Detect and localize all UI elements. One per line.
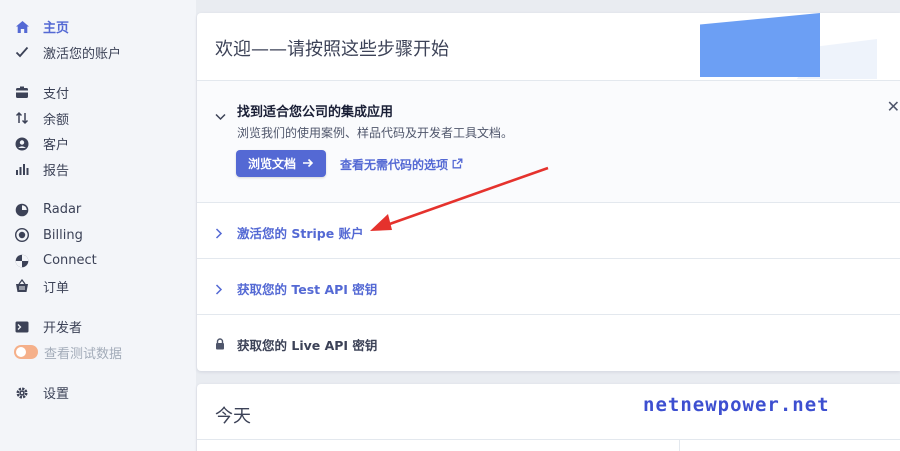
step-label: 获取您的 Test API 密钥 xyxy=(237,282,378,297)
sidebar-item-label: Radar xyxy=(43,202,82,218)
sidebar-item-label: 查看测试数据 xyxy=(44,346,123,362)
customer-icon xyxy=(14,136,30,152)
check-icon xyxy=(14,44,30,60)
today-title: 今天 xyxy=(215,406,251,427)
sidebar-item-balance[interactable]: 余额 xyxy=(0,106,196,132)
sidebar-item-label: 订单 xyxy=(43,280,70,296)
orders-icon xyxy=(14,278,30,294)
radar-icon xyxy=(14,202,30,218)
sidebar-item-billing[interactable]: Billing xyxy=(0,223,196,249)
sidebar-item-radar[interactable]: Radar xyxy=(0,197,196,223)
no-code-options-link[interactable]: 查看无需代码的选项 xyxy=(340,156,463,173)
sidebar-item-label: 设置 xyxy=(43,387,70,403)
chevron-right-icon xyxy=(215,224,223,243)
divider xyxy=(679,440,680,451)
sidebar-item-label: 开发者 xyxy=(43,321,83,337)
gear-icon xyxy=(14,385,30,401)
step-label: 获取您的 Live API 密钥 xyxy=(237,338,378,353)
sidebar-item-test-data-toggle[interactable]: 查看测试数据 xyxy=(0,340,196,366)
button-label: 浏览文档 xyxy=(247,157,296,171)
sidebar-item-connect[interactable]: Connect xyxy=(0,248,196,274)
sidebar-item-customers[interactable]: 客户 xyxy=(0,131,196,157)
sidebar-item-orders[interactable]: 订单 xyxy=(0,274,196,300)
close-icon[interactable]: ✕ xyxy=(887,97,900,116)
toggle-icon[interactable] xyxy=(14,344,38,360)
step-title: 找到适合您公司的集成应用 xyxy=(237,105,394,120)
test-data-toggle[interactable] xyxy=(14,345,38,360)
step-find-integration: 找到适合您公司的集成应用 浏览我们的使用案例、样品代码及开发者工具文档。 ✕ 浏… xyxy=(197,81,900,203)
sidebar-item-label: Billing xyxy=(43,227,83,243)
terminal-icon xyxy=(14,319,30,335)
home-icon xyxy=(14,19,30,35)
link-label: 查看无需代码的选项 xyxy=(340,158,449,172)
welcome-title: 欢迎——请按照这些步骤开始 xyxy=(215,39,449,60)
chevron-right-icon xyxy=(215,280,223,299)
welcome-card: 欢迎——请按照这些步骤开始 找到适合您公司的集成应用 浏览我们的使用案例、样品代… xyxy=(197,13,900,371)
sidebar-item-settings[interactable]: 设置 xyxy=(0,380,196,406)
external-link-icon xyxy=(452,158,463,172)
step-label: 激活您的 Stripe 账户 xyxy=(237,226,364,241)
sidebar-item-label: 报告 xyxy=(43,163,70,179)
lock-icon xyxy=(215,335,225,354)
sidebar-item-home[interactable]: 主页 xyxy=(0,14,196,40)
sidebar-item-label: 激活您的账户 xyxy=(43,46,122,62)
sidebar-item-payments[interactable]: 支付 xyxy=(0,80,196,106)
sidebar-item-label: 客户 xyxy=(43,138,70,154)
watermark: netnewpower.net xyxy=(643,394,830,416)
sidebar-item-label: 余额 xyxy=(43,112,70,128)
decoration-shape xyxy=(700,13,820,77)
connect-icon xyxy=(14,253,30,269)
sidebar-item-label: 支付 xyxy=(43,87,70,103)
step-test-api-keys[interactable]: 获取您的 Test API 密钥 xyxy=(197,259,900,315)
sidebar-item-label: 主页 xyxy=(43,21,70,37)
step-activate-account[interactable]: 激活您的 Stripe 账户 xyxy=(197,203,900,259)
report-icon xyxy=(14,161,30,177)
chevron-down-icon[interactable] xyxy=(215,106,226,125)
step-live-api-keys[interactable]: 获取您的 Live API 密钥 xyxy=(197,315,900,371)
payments-icon xyxy=(14,85,30,101)
sidebar-item-developers[interactable]: 开发者 xyxy=(0,314,196,340)
welcome-header: 欢迎——请按照这些步骤开始 xyxy=(197,13,900,81)
arrow-right-icon xyxy=(302,157,314,171)
billing-icon xyxy=(14,227,30,243)
sidebar-item-label: Connect xyxy=(43,253,97,269)
sidebar: 主页 激活您的账户 支付 余额 客户 报告 Radar Billing Conn… xyxy=(0,0,196,451)
sidebar-item-activate[interactable]: 激活您的账户 xyxy=(0,40,196,66)
balance-icon xyxy=(14,110,30,126)
browse-docs-button[interactable]: 浏览文档 xyxy=(236,150,326,177)
divider xyxy=(197,439,900,440)
step-description: 浏览我们的使用案例、样品代码及开发者工具文档。 xyxy=(237,126,514,140)
sidebar-item-reports[interactable]: 报告 xyxy=(0,157,196,183)
